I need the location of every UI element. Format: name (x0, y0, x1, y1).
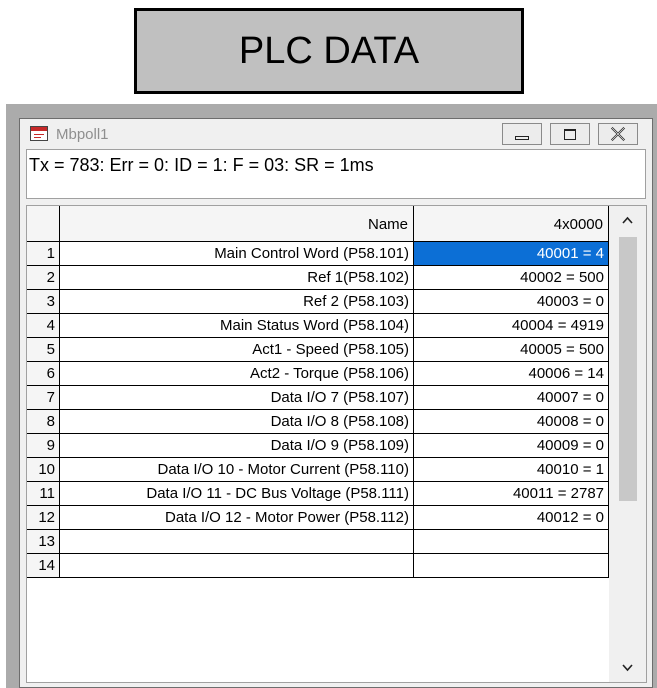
name-cell[interactable]: Data I/O 7 (P58.107) (60, 386, 414, 410)
row-number[interactable]: 12 (27, 506, 60, 530)
name-cell[interactable]: Data I/O 11 - DC Bus Voltage (P58.111) (60, 482, 414, 506)
table-row[interactable]: 13 (27, 530, 609, 554)
name-cell[interactable]: Act2 - Torque (P58.106) (60, 362, 414, 386)
row-number[interactable]: 14 (27, 554, 60, 578)
table-row[interactable]: 2 Ref 1(P58.102) 40002 = 500 (27, 266, 609, 290)
close-button[interactable] (598, 123, 638, 145)
row-number[interactable]: 5 (27, 338, 60, 362)
scroll-up-icon[interactable] (609, 206, 646, 236)
value-cell[interactable]: 40006 = 14 (414, 362, 609, 386)
value-cell[interactable] (414, 530, 609, 554)
value-cell[interactable]: 40004 = 4919 (414, 314, 609, 338)
maximize-button[interactable] (550, 123, 590, 145)
name-cell[interactable] (60, 530, 414, 554)
name-cell[interactable]: Ref 2 (P58.103) (60, 290, 414, 314)
value-cell[interactable]: 40011 = 2787 (414, 482, 609, 506)
value-cell[interactable]: 40003 = 0 (414, 290, 609, 314)
app-frame: Mbpoll1 Tx = 783: Err = 0: ID = 1: F = 0… (6, 104, 657, 688)
value-cell[interactable] (414, 554, 609, 578)
name-cell[interactable]: Act1 - Speed (P58.105) (60, 338, 414, 362)
value-cell[interactable]: 40001 = 4 (414, 242, 609, 266)
value-cell[interactable]: 40010 = 1 (414, 458, 609, 482)
name-cell[interactable]: Main Status Word (P58.104) (60, 314, 414, 338)
value-cell[interactable]: 40002 = 500 (414, 266, 609, 290)
status-text: Tx = 783: Err = 0: ID = 1: F = 03: SR = … (29, 155, 374, 175)
row-number[interactable]: 1 (27, 242, 60, 266)
table-row[interactable]: 3 Ref 2 (P58.103) 40003 = 0 (27, 290, 609, 314)
name-cell[interactable]: Ref 1(P58.102) (60, 266, 414, 290)
value-cell[interactable]: 40009 = 0 (414, 434, 609, 458)
table-row[interactable]: 4 Main Status Word (P58.104) 40004 = 4919 (27, 314, 609, 338)
table-row[interactable]: 9 Data I/O 9 (P58.109) 40009 = 0 (27, 434, 609, 458)
title-bar[interactable]: Mbpoll1 (20, 119, 652, 149)
register-grid: Name 4x0000 1 Main Control Word (P58.101)… (26, 205, 647, 683)
close-icon (610, 126, 626, 142)
column-header-name[interactable]: Name (60, 206, 414, 242)
scroll-down-icon[interactable] (609, 652, 646, 682)
table-row[interactable]: 1 Main Control Word (P58.101) 40001 = 4 (27, 242, 609, 266)
name-cell[interactable]: Data I/O 9 (P58.109) (60, 434, 414, 458)
row-number[interactable]: 10 (27, 458, 60, 482)
banner-title: PLC DATA (238, 29, 420, 72)
plc-data-banner: PLC DATA (134, 8, 524, 94)
value-cell[interactable]: 40007 = 0 (414, 386, 609, 410)
minimize-icon (515, 136, 529, 140)
row-number[interactable]: 6 (27, 362, 60, 386)
name-cell[interactable]: Data I/O 12 - Motor Power (P58.112) (60, 506, 414, 530)
mbpoll-window: Mbpoll1 Tx = 783: Err = 0: ID = 1: F = 0… (19, 118, 653, 688)
name-cell[interactable]: Data I/O 8 (P58.108) (60, 410, 414, 434)
table-row[interactable]: 12 Data I/O 12 - Motor Power (P58.112) 400… (27, 506, 609, 530)
row-number[interactable]: 8 (27, 410, 60, 434)
value-cell[interactable]: 40008 = 0 (414, 410, 609, 434)
row-number[interactable]: 9 (27, 434, 60, 458)
table-row[interactable]: 6 Act2 - Torque (P58.106) 40006 = 14 (27, 362, 609, 386)
row-number[interactable]: 3 (27, 290, 60, 314)
table-row[interactable]: 8 Data I/O 8 (P58.108) 40008 = 0 (27, 410, 609, 434)
row-number[interactable]: 2 (27, 266, 60, 290)
vertical-scrollbar[interactable] (609, 206, 646, 682)
maximize-icon (564, 129, 576, 140)
window-title: Mbpoll1 (56, 126, 109, 143)
name-cell[interactable]: Data I/O 10 - Motor Current (P58.110) (60, 458, 414, 482)
minimize-button[interactable] (502, 123, 542, 145)
row-number[interactable]: 4 (27, 314, 60, 338)
app-icon (30, 126, 48, 141)
row-number[interactable]: 11 (27, 482, 60, 506)
status-line: Tx = 783: Err = 0: ID = 1: F = 03: SR = … (26, 149, 646, 199)
table-row[interactable]: 5 Act1 - Speed (P58.105) 40005 = 500 (27, 338, 609, 362)
scroll-thumb[interactable] (619, 237, 637, 501)
table-row[interactable]: 7 Data I/O 7 (P58.107) 40007 = 0 (27, 386, 609, 410)
column-header-address[interactable]: 4x0000 (414, 206, 609, 242)
table-row[interactable]: 14 (27, 554, 609, 578)
header-corner[interactable] (27, 206, 60, 242)
name-cell[interactable]: Main Control Word (P58.101) (60, 242, 414, 266)
table-row[interactable]: 10 Data I/O 10 - Motor Current (P58.110) 4… (27, 458, 609, 482)
name-cell[interactable] (60, 554, 414, 578)
value-cell[interactable]: 40012 = 0 (414, 506, 609, 530)
value-cell[interactable]: 40005 = 500 (414, 338, 609, 362)
row-number[interactable]: 7 (27, 386, 60, 410)
table-row[interactable]: 11 Data I/O 11 - DC Bus Voltage (P58.111)… (27, 482, 609, 506)
row-number[interactable]: 13 (27, 530, 60, 554)
